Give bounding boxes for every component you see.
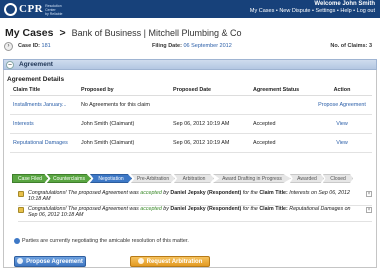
propose-agreement-link[interactable]: Propose Agreement bbox=[312, 95, 372, 115]
col-proposed-by: Proposed by bbox=[78, 85, 170, 96]
status-cell: Accepted bbox=[250, 133, 312, 153]
arbitration-icon bbox=[137, 258, 144, 265]
col-proposed-date: Proposed Date bbox=[170, 85, 250, 96]
user-area: Welcome John Smith My Cases • New Disput… bbox=[250, 1, 375, 15]
claim-title-link[interactable]: Installments January... bbox=[10, 95, 78, 115]
claims-count-label: No. of Claims: bbox=[330, 43, 368, 49]
step-award-drafting: Award Drafting in Progress bbox=[213, 174, 291, 183]
table-header-row: Claim Title Proposed by Proposed Date Ag… bbox=[10, 85, 372, 96]
dismiss-icon[interactable]: × bbox=[366, 191, 372, 197]
col-agreement-status: Agreement Status bbox=[250, 85, 312, 96]
case-progress-steps: Case Filed Counterclaims Negotiation Pre… bbox=[12, 174, 372, 183]
agreement-panel-title: Agreement bbox=[19, 61, 53, 68]
status-cell: Accepted bbox=[250, 114, 312, 134]
brand-logo[interactable]: CPR Resolution Center by Reliable bbox=[4, 2, 62, 17]
step-pre-arbitration: Pre-Arbitration bbox=[131, 174, 175, 183]
proposed-by-cell: No Agreements for this claim bbox=[78, 95, 170, 115]
request-arbitration-button[interactable]: Request Arbitration bbox=[130, 256, 210, 267]
claims-count-value: 3 bbox=[368, 43, 372, 49]
step-awarded: Awarded bbox=[290, 174, 324, 183]
brand-by-line: by Reliable bbox=[45, 11, 63, 16]
propose-agreement-button[interactable]: Propose Agreement bbox=[14, 256, 86, 267]
step-negotiation: Negotiation bbox=[90, 174, 132, 183]
step-closed: Closed bbox=[323, 174, 353, 183]
agreement-details-title: Agreement Details bbox=[7, 76, 65, 83]
notification-item: Congratulations! The proposed Agreement … bbox=[18, 206, 372, 222]
proposed-date-cell: Sep 06, 2012 10:19 AM bbox=[170, 133, 250, 153]
agreement-table: Claim Title Proposed by Proposed Date Ag… bbox=[10, 85, 372, 153]
expand-icon[interactable]: › bbox=[4, 42, 13, 51]
step-counterclaims: Counterclaims bbox=[47, 174, 91, 183]
proposed-by-cell: John Smith (Claimant) bbox=[78, 114, 170, 134]
step-arbitration: Arbitration bbox=[174, 174, 214, 183]
status-cell bbox=[250, 95, 312, 115]
collapse-icon[interactable]: – bbox=[6, 61, 14, 69]
notification-item: Congratulations! The proposed Agreement … bbox=[18, 190, 372, 206]
breadcrumb-separator: > bbox=[59, 27, 66, 39]
notice-text: Parties are currently negotiating the am… bbox=[22, 238, 189, 244]
negotiation-notice: Parties are currently negotiating the am… bbox=[12, 236, 372, 246]
agreement-panel-header[interactable]: – Agreement bbox=[3, 59, 377, 70]
table-row: Interests John Smith (Claimant) Sep 06, … bbox=[10, 114, 372, 134]
filing-date-label: Filing Date: bbox=[152, 43, 182, 49]
page-heading: My Cases > Bank of Business | Mitchell Plu… bbox=[5, 27, 242, 39]
case-id-label: Case ID: bbox=[18, 43, 41, 49]
filing-date-value: 06 September 2012 bbox=[183, 43, 232, 49]
respondent-name: Daniel Jepsky (Respondent) bbox=[170, 206, 242, 212]
proposed-date-cell bbox=[170, 95, 250, 115]
link-settings[interactable]: Settings bbox=[315, 8, 335, 14]
table-row: Installments January... No Agreements fo… bbox=[10, 95, 372, 115]
brand-sub-1: Resolution bbox=[45, 3, 62, 8]
notification-list: Congratulations! The proposed Agreement … bbox=[18, 190, 372, 222]
view-link[interactable]: View bbox=[312, 133, 372, 153]
claim-title-link[interactable]: Reputational Damages bbox=[10, 133, 78, 153]
case-name: Bank of Business | Mitchell Plumbing & C… bbox=[71, 28, 242, 38]
step-case-filed: Case Filed bbox=[12, 174, 48, 183]
status-accepted: accepted bbox=[140, 206, 162, 212]
respondent-name: Daniel Jepsky (Respondent) bbox=[170, 190, 242, 196]
link-new-dispute[interactable]: New Dispute bbox=[279, 8, 310, 14]
col-action: Action bbox=[312, 85, 372, 96]
col-claim-title: Claim Title bbox=[10, 85, 78, 96]
user-links: My Cases • New Dispute • Settings • Help… bbox=[249, 8, 375, 14]
logo-mark-icon bbox=[4, 3, 17, 16]
envelope-icon bbox=[18, 191, 24, 197]
status-accepted: accepted bbox=[140, 190, 162, 196]
propose-icon bbox=[17, 258, 24, 265]
dismiss-icon[interactable]: × bbox=[366, 207, 372, 213]
top-bar: CPR Resolution Center by Reliable Welcom… bbox=[0, 0, 380, 18]
link-my-cases[interactable]: My Cases bbox=[250, 8, 274, 14]
info-icon bbox=[14, 238, 20, 244]
proposed-date-cell: Sep 06, 2012 10:19 AM bbox=[170, 114, 250, 134]
view-link[interactable]: View bbox=[312, 114, 372, 134]
envelope-icon bbox=[18, 207, 24, 213]
case-info-row: › Case ID: 181 Filing Date: 06 September… bbox=[4, 42, 376, 53]
proposed-by-cell: John Smith (Claimant) bbox=[78, 133, 170, 153]
link-log-out[interactable]: Log out bbox=[357, 8, 375, 14]
welcome-text: Welcome John Smith bbox=[314, 1, 375, 7]
link-help[interactable]: Help bbox=[340, 8, 351, 14]
table-row: Reputational Damages John Smith (Claiman… bbox=[10, 133, 372, 153]
page-title[interactable]: My Cases bbox=[5, 27, 53, 39]
claim-title-link[interactable]: Interests bbox=[10, 114, 78, 134]
case-id-value: 181 bbox=[41, 43, 51, 49]
brand-name: CPR bbox=[19, 3, 44, 15]
